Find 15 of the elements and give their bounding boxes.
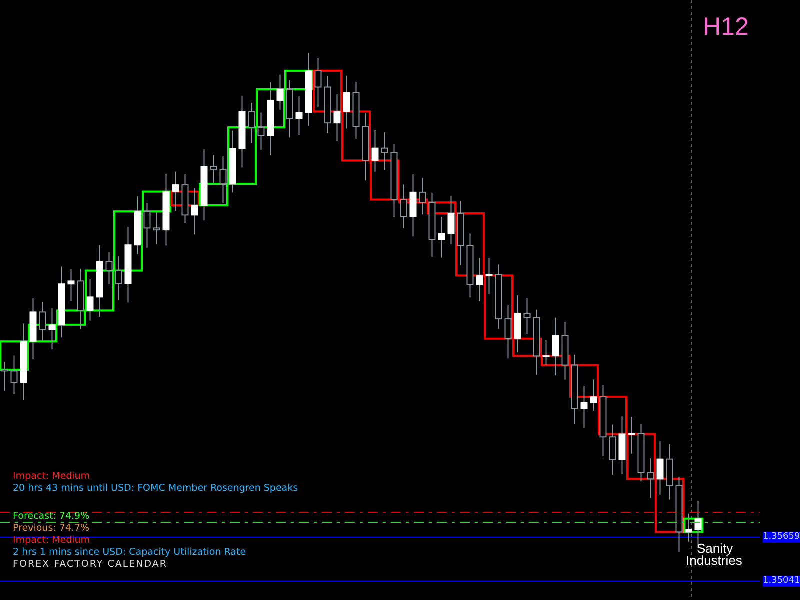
- event-countdown-text: 20 hrs 43 mins until USD: FOMC Member Rosengren Speaks: [13, 483, 298, 495]
- price-label: 1.35041: [763, 576, 800, 587]
- candle-outline: [598, 396, 628, 436]
- impact-text: Impact: Medium: [13, 471, 90, 483]
- logo-text: Sanity: [697, 543, 734, 555]
- price-label: 1.35659: [763, 532, 800, 543]
- candle-outline: [626, 433, 656, 480]
- candle-outline: [342, 110, 371, 162]
- impact-text: Impact: Medium: [13, 535, 90, 547]
- previous-text: Previous: 74.7%: [13, 523, 90, 535]
- forecast-text: Forecast: 74.9%: [13, 511, 90, 523]
- source-text: FOREX FACTORY CALENDAR: [13, 559, 168, 571]
- logo-text: Industries: [686, 555, 742, 567]
- event-countdown-text: 2 hrs 1 mins since USD: Capacity Utilization Rate: [13, 547, 246, 559]
- timeframe-label: H12: [703, 12, 749, 42]
